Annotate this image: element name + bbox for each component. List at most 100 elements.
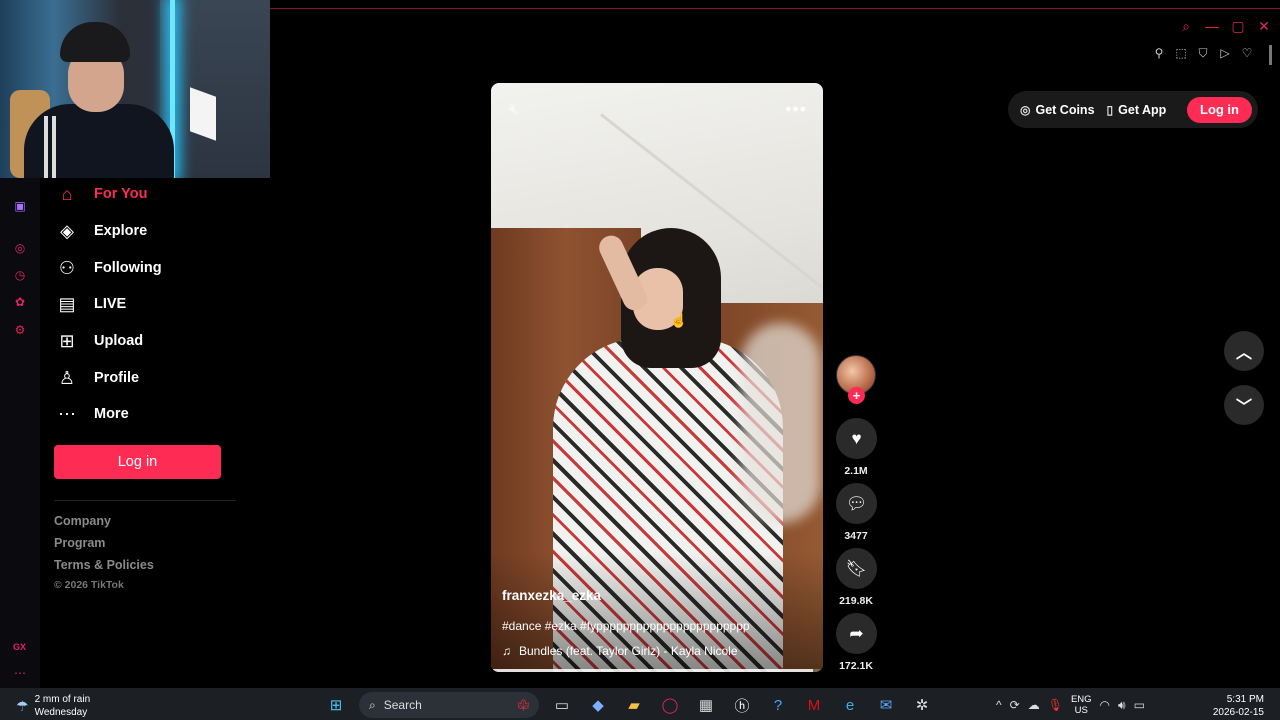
bookmark-icon: 🔖︎ bbox=[845, 558, 868, 578]
music-title: Bundles (feat. Taylor Girlz) - Kayla Nic… bbox=[519, 644, 738, 658]
sidebar-item-label: Following bbox=[94, 260, 162, 276]
mcafee-icon[interactable]: M bbox=[801, 693, 827, 717]
minimize-icon[interactable]: — bbox=[1204, 18, 1220, 34]
heart-icon[interactable]: ♡ bbox=[1240, 45, 1254, 61]
compass-icon: ◈ bbox=[60, 220, 74, 241]
maximize-icon[interactable]: ▢ bbox=[1230, 18, 1246, 34]
sidebar-item-label: Upload bbox=[94, 333, 144, 349]
edge-icon[interactable]: e bbox=[837, 693, 863, 717]
pin-icon[interactable]: ⚲ bbox=[1152, 45, 1166, 61]
sidebar-item-upload[interactable]: ⊞ Upload bbox=[56, 326, 143, 356]
coin-icon: ◎ bbox=[1020, 102, 1031, 117]
language-line1: ENG bbox=[1070, 694, 1092, 705]
chevron-up-icon[interactable]: ^ bbox=[996, 698, 1002, 712]
language-indicator[interactable]: ENG US bbox=[1071, 694, 1092, 716]
browser-top-accent bbox=[270, 8, 1280, 9]
weather-text: 2 mm of rain Wednesday bbox=[35, 693, 91, 719]
video-progress-fill bbox=[491, 669, 814, 672]
window-controls: ⌕ — ▢ ✕ bbox=[1178, 18, 1272, 35]
opera-gx-icon[interactable]: ◯ bbox=[657, 693, 683, 717]
close-icon[interactable]: ✕ bbox=[1256, 18, 1272, 34]
scrollbar[interactable] bbox=[1269, 45, 1272, 65]
hp-icon[interactable]: ⓗ bbox=[729, 693, 755, 717]
weather-widget[interactable]: ☂ 2 mm of rain Wednesday bbox=[16, 693, 90, 719]
video-progress-bar[interactable] bbox=[491, 669, 823, 672]
following-icon: ⚇ bbox=[58, 257, 76, 278]
play-icon[interactable]: ▷ bbox=[1218, 45, 1232, 61]
copilot-icon[interactable]: ◆ bbox=[585, 693, 611, 717]
sidebar-item-explore[interactable]: ◈ Explore bbox=[56, 216, 147, 246]
sidebar-item-live[interactable]: ▤ LIVE bbox=[56, 289, 126, 319]
share-icon: ➦ bbox=[849, 623, 864, 643]
save-button[interactable]: 🔖︎ bbox=[836, 548, 877, 589]
store-icon[interactable]: ▦ bbox=[693, 693, 719, 717]
sidebar-item-for-you[interactable]: ⌂ For You bbox=[56, 179, 148, 209]
like-button[interactable]: ♥ bbox=[836, 418, 877, 459]
support-icon[interactable]: ? bbox=[765, 693, 791, 717]
previous-video-button[interactable]: ︿ bbox=[1224, 331, 1264, 371]
video-caption[interactable]: #dance #ezka #fyppppppppppppppppppppppp bbox=[502, 619, 750, 633]
volume-icon[interactable]: 🔊︎ bbox=[1118, 698, 1126, 713]
sidebar-item-profile[interactable]: ♙ Profile bbox=[56, 363, 139, 393]
sync-icon[interactable]: ⟳ bbox=[1010, 698, 1020, 712]
extensions-icon[interactable]: ✿ bbox=[12, 294, 28, 310]
follow-plus-icon[interactable]: + bbox=[848, 387, 865, 404]
login-button[interactable]: Log in bbox=[54, 445, 221, 479]
chevron-up-icon: ︿ bbox=[1235, 345, 1252, 362]
snapshot-icon[interactable]: ⬚ bbox=[1174, 45, 1188, 61]
taskbar-clock[interactable]: 5:31 PM 2026-02-15 bbox=[1213, 693, 1264, 719]
search-icon[interactable]: ⌕ bbox=[1178, 18, 1194, 34]
windows-start-icon[interactable]: ⊞ bbox=[323, 693, 349, 717]
like-count: 2.1M bbox=[844, 465, 868, 477]
webcam-laptop bbox=[190, 87, 216, 141]
webcam-overlay bbox=[0, 0, 270, 178]
share-button[interactable]: ➦ bbox=[836, 613, 877, 654]
wifi-icon[interactable]: ◠ bbox=[1100, 698, 1110, 712]
upload-icon: ⊞ bbox=[59, 330, 75, 351]
onedrive-icon[interactable]: ☁ bbox=[1028, 698, 1040, 712]
taskbar: ☂ 2 mm of rain Wednesday ⊞ ⌕ Search 🍁︎ ▭… bbox=[0, 688, 1280, 720]
footer-link-company[interactable]: Company bbox=[54, 514, 111, 528]
header-login-button[interactable]: Log in bbox=[1187, 96, 1252, 123]
webcam-jacket-stripe bbox=[52, 116, 56, 178]
footer-link-terms[interactable]: Terms & Policies bbox=[54, 558, 154, 572]
more-icon: ⋯ bbox=[58, 403, 76, 424]
home-icon: ⌂ bbox=[61, 183, 73, 204]
live-icon: ▤ bbox=[58, 293, 76, 314]
save-count: 219.8K bbox=[839, 595, 873, 607]
chatgpt-icon[interactable]: ✲ bbox=[909, 693, 935, 717]
sidebar-item-following[interactable]: ⚇ Following bbox=[56, 253, 162, 283]
sidebar-item-more[interactable]: ⋯ More bbox=[56, 399, 129, 429]
task-view-icon[interactable]: ▭ bbox=[549, 693, 575, 717]
get-coins-label: Get Coins bbox=[1035, 102, 1095, 117]
file-explorer-icon[interactable]: ▰ bbox=[621, 693, 647, 717]
video-more-icon[interactable]: ••• bbox=[785, 99, 807, 120]
gx-logo[interactable]: GX bbox=[13, 642, 26, 652]
sidebar-item-label: Explore bbox=[94, 223, 148, 239]
history-icon[interactable]: ◷ bbox=[12, 267, 28, 283]
shield-icon[interactable]: ⛉ bbox=[1196, 45, 1210, 61]
video-author[interactable]: franxezka_ezka bbox=[502, 588, 601, 603]
mute-icon[interactable]: 🔇︎ bbox=[509, 101, 531, 119]
video-music[interactable]: ♫ Bundles (feat. Taylor Girlz) - Kayla N… bbox=[502, 644, 738, 658]
more-icon[interactable]: ⋯ bbox=[14, 666, 26, 680]
get-app-button[interactable]: ▯ Get App bbox=[1107, 103, 1167, 117]
mail-icon[interactable]: ✉ bbox=[873, 693, 899, 717]
get-coins-button[interactable]: ◎ Get Coins bbox=[1020, 103, 1095, 117]
footer-link-program[interactable]: Program bbox=[54, 536, 105, 550]
battery-icon[interactable]: ▭ bbox=[1134, 698, 1145, 712]
clock-time: 5:31 PM bbox=[1226, 694, 1264, 705]
settings-icon[interactable]: ⚙ bbox=[12, 322, 28, 338]
search-icon: ⌕ bbox=[369, 697, 376, 712]
comment-button[interactable]: 💬︎ bbox=[836, 483, 877, 524]
next-video-button[interactable]: ﹀ bbox=[1224, 385, 1264, 425]
microphone-icon[interactable]: 🎙︎ bbox=[1048, 698, 1063, 712]
weather-line1: 2 mm of rain bbox=[34, 694, 91, 705]
twitch-icon[interactable]: ▣ bbox=[12, 198, 28, 214]
taskbar-search[interactable]: ⌕ Search 🍁︎ bbox=[359, 692, 539, 718]
mouse-cursor-icon: ☝ bbox=[670, 312, 688, 328]
video-player[interactable]: 🔇︎ ••• franxezka_ezka #dance #ezka #fypp… bbox=[491, 83, 823, 672]
player-icon[interactable]: ◎ bbox=[12, 240, 28, 256]
get-app-label: Get App bbox=[1118, 102, 1167, 117]
sidebar-divider bbox=[54, 500, 236, 501]
